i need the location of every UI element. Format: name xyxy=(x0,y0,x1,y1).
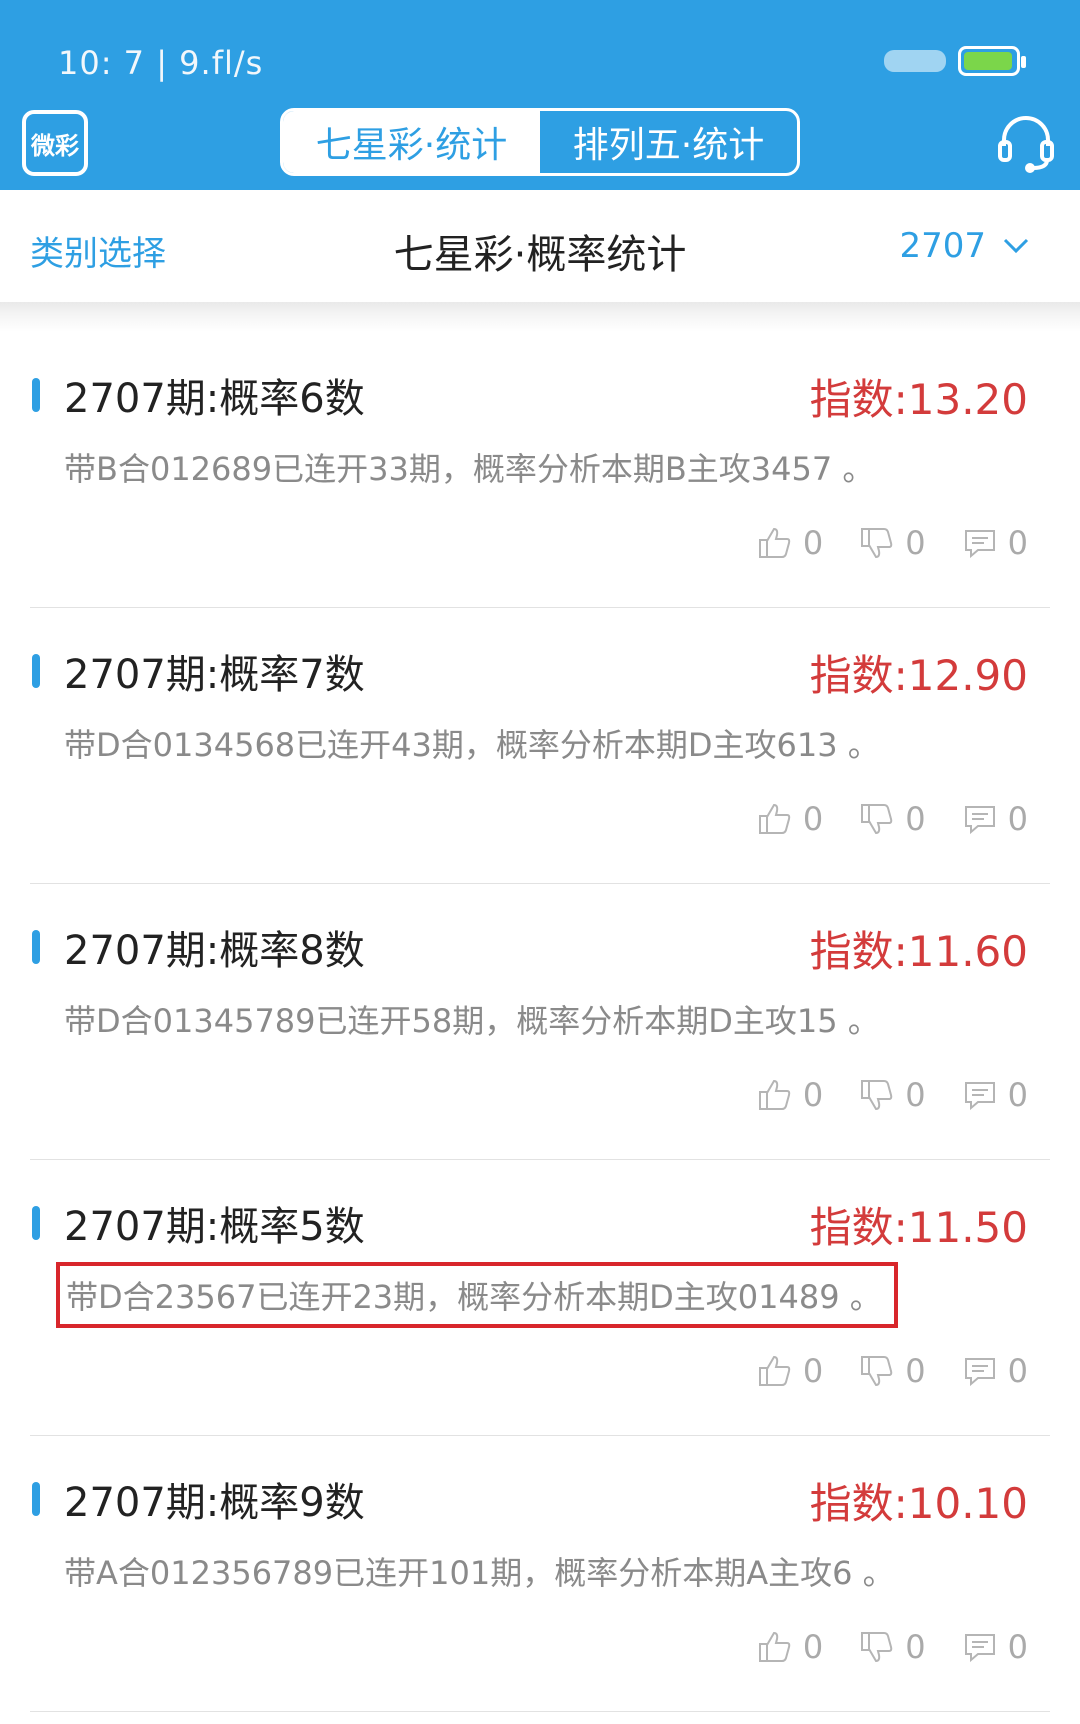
item-index: 指数:13.20 xyxy=(809,375,1028,424)
item-actions: 0 0 0 xyxy=(757,1628,1028,1666)
lottery-tab-switcher: 七星彩·统计 排列五·统计 xyxy=(280,108,800,176)
dislike-count: 0 xyxy=(905,524,926,562)
comment-count: 0 xyxy=(1007,1628,1028,1666)
list-item[interactable]: 2707期:概率6数 指数:13.20 带B合012689已连开33期，概率分析… xyxy=(30,332,1050,608)
like-count: 0 xyxy=(802,1628,824,1666)
comment-button[interactable]: 0 xyxy=(962,524,1028,562)
divider xyxy=(0,302,1080,332)
item-description: 带B合012689已连开33期，概率分析本期B主攻3457 。 xyxy=(64,450,875,488)
list-item[interactable]: 2707期:概率5数 指数:11.50 带D合23567已连开23期，概率分析本… xyxy=(30,1160,1050,1436)
like-button[interactable]: 0 xyxy=(757,1076,823,1114)
dislike-button[interactable]: 0 xyxy=(859,800,926,838)
comment-count: 0 xyxy=(1007,1352,1028,1390)
comment-button[interactable]: 0 xyxy=(962,800,1028,838)
status-bar: 10: 7 | 9.fl/s xyxy=(0,0,1080,100)
signal-icon xyxy=(884,50,946,72)
item-actions: 0 0 0 xyxy=(757,1352,1028,1390)
like-button[interactable]: 0 xyxy=(757,800,823,838)
comment-button[interactable]: 0 xyxy=(962,1352,1028,1390)
like-button[interactable]: 0 xyxy=(757,1352,823,1390)
like-button[interactable]: 0 xyxy=(757,524,823,562)
battery-icon xyxy=(958,46,1026,76)
item-index: 指数:10.10 xyxy=(809,1479,1028,1528)
item-description-highlighted: 带D合23567已连开23期，概率分析本期D主攻01489 。 xyxy=(56,1262,898,1328)
comment-icon xyxy=(964,1634,995,1663)
thumbs-up-icon xyxy=(758,1631,791,1662)
dislike-count: 0 xyxy=(905,1352,926,1390)
accent-bar xyxy=(32,930,40,964)
status-time-speed: 10: 7 | 9.fl/s xyxy=(58,44,264,82)
list-item[interactable]: 2707期:概率7数 指数:12.90 带D合0134568已连开43期，概率分… xyxy=(30,608,1050,884)
thumbs-up-icon xyxy=(758,1079,791,1110)
tab-pailiewu-stats[interactable]: 排列五·统计 xyxy=(540,111,797,173)
accent-bar xyxy=(32,378,40,412)
comment-icon xyxy=(964,1082,995,1111)
status-icons xyxy=(884,46,1026,76)
item-description: 带D合0134568已连开43期，概率分析本期D主攻613 。 xyxy=(64,726,880,764)
comment-button[interactable]: 0 xyxy=(962,1628,1028,1666)
comment-button[interactable]: 0 xyxy=(962,1076,1028,1114)
accent-bar xyxy=(32,1206,40,1240)
item-title: 2707期:概率7数 xyxy=(64,652,365,698)
thumbs-down-icon xyxy=(861,1632,893,1663)
thumbs-up-icon xyxy=(758,1355,791,1386)
like-count: 0 xyxy=(802,524,824,562)
dislike-button[interactable]: 0 xyxy=(859,1076,926,1114)
dislike-button[interactable]: 0 xyxy=(859,524,926,562)
comment-icon xyxy=(964,806,995,835)
like-count: 0 xyxy=(802,1352,824,1390)
item-title: 2707期:概率5数 xyxy=(64,1204,365,1250)
item-actions: 0 0 0 xyxy=(757,524,1028,562)
item-actions: 0 0 0 xyxy=(757,1076,1028,1114)
accent-bar xyxy=(32,1482,40,1516)
stats-list: 2707期:概率6数 指数:13.20 带B合012689已连开33期，概率分析… xyxy=(0,332,1080,1712)
item-index: 指数:11.50 xyxy=(809,1203,1028,1252)
comment-count: 0 xyxy=(1007,800,1028,838)
top-header: 10: 7 | 9.fl/s 微彩 七星彩·统计 排列五·统计 xyxy=(0,0,1080,190)
chevron-down-icon xyxy=(1003,238,1029,254)
like-count: 0 xyxy=(802,1076,824,1114)
thumbs-down-icon xyxy=(861,1356,893,1387)
item-actions: 0 0 0 xyxy=(757,800,1028,838)
comment-icon xyxy=(964,1358,995,1387)
comment-icon xyxy=(964,530,995,559)
comment-count: 0 xyxy=(1007,524,1028,562)
item-index: 指数:11.60 xyxy=(809,927,1028,976)
like-button[interactable]: 0 xyxy=(757,1628,823,1666)
issue-dropdown[interactable]: 2707 xyxy=(899,226,1030,266)
list-item[interactable]: 2707期:概率8数 指数:11.60 带D合01345789已连开58期，概率… xyxy=(30,884,1050,1160)
item-description: 带A合012356789已连开101期，概率分析本期A主攻6 。 xyxy=(64,1554,895,1592)
sub-header: 类别选择 七星彩·概率统计 2707 xyxy=(0,190,1080,302)
item-title: 2707期:概率9数 xyxy=(64,1480,365,1526)
dislike-button[interactable]: 0 xyxy=(859,1352,926,1390)
dislike-count: 0 xyxy=(905,800,926,838)
list-item[interactable]: 2707期:概率9数 指数:10.10 带A合012356789已连开101期，… xyxy=(30,1436,1050,1712)
dislike-count: 0 xyxy=(905,1628,926,1666)
item-title: 2707期:概率8数 xyxy=(64,928,365,974)
headset-icon[interactable] xyxy=(994,110,1058,174)
like-count: 0 xyxy=(802,800,824,838)
accent-bar xyxy=(32,654,40,688)
thumbs-down-icon xyxy=(861,528,893,559)
comment-count: 0 xyxy=(1007,1076,1028,1114)
app-logo[interactable]: 微彩 xyxy=(22,110,88,176)
tab-qixingcai-stats[interactable]: 七星彩·统计 xyxy=(283,111,540,173)
thumbs-up-icon xyxy=(758,527,791,558)
issue-number: 2707 xyxy=(899,226,986,266)
dislike-button[interactable]: 0 xyxy=(859,1628,926,1666)
thumbs-down-icon xyxy=(861,804,893,835)
item-description: 带D合01345789已连开58期，概率分析本期D主攻15 。 xyxy=(64,1002,880,1040)
dislike-count: 0 xyxy=(905,1076,926,1114)
thumbs-up-icon xyxy=(758,803,791,834)
thumbs-down-icon xyxy=(861,1080,893,1111)
item-title: 2707期:概率6数 xyxy=(64,376,365,422)
item-index: 指数:12.90 xyxy=(809,651,1028,700)
